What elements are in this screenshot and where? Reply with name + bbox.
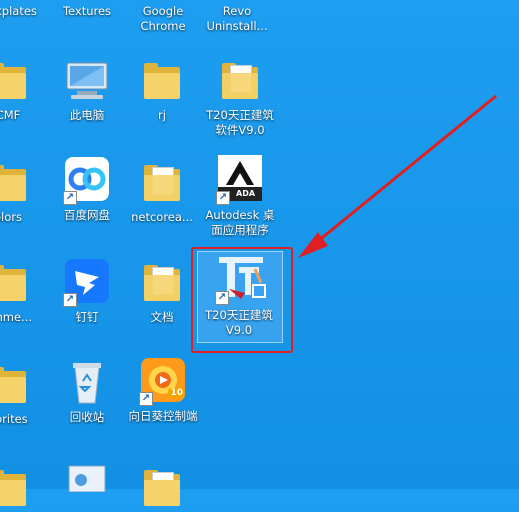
desktop-icon-partial-app[interactable] — [47, 462, 127, 512]
autodesk-app-icon: ADA ↗ — [216, 155, 264, 205]
highlight-annotation-box — [191, 247, 293, 353]
desktop-icon-baidu-netdisk[interactable]: ↗ 百度网盘 — [47, 155, 127, 223]
desktop-icon-recycle-bin[interactable]: 回收站 — [47, 357, 127, 425]
folder-icon — [144, 470, 180, 506]
desktop-icon-cmf[interactable]: CMF — [0, 55, 48, 123]
ada-badge: ADA — [236, 189, 256, 198]
sunflower-icon: 10 ↗ — [139, 356, 187, 406]
desktop-icon-partial-folder-2[interactable] — [122, 462, 202, 512]
desktop-icon-this-pc[interactable]: 此电脑 — [47, 55, 127, 123]
dingtalk-icon: ↗ — [63, 257, 111, 307]
shortcut-arrow-icon: ↗ — [216, 191, 230, 205]
window-app-icon — [63, 462, 111, 512]
shortcut-arrow-icon: ↗ — [139, 392, 153, 406]
desktop-icon-partial-folder[interactable] — [0, 462, 48, 512]
folder-icon — [222, 63, 258, 99]
desktop-icon-netcore[interactable]: netcorea... — [122, 157, 202, 225]
folder-icon — [0, 165, 26, 201]
desktop-icon-favorites[interactable]: vorites — [0, 359, 48, 427]
desktop-icon-dingtalk[interactable]: ↗ 钉钉 — [47, 257, 127, 325]
folder-icon — [0, 367, 26, 403]
recycle-bin-icon — [63, 357, 111, 407]
folder-icon — [0, 265, 26, 301]
desktop-icon-environments[interactable]: ronme... — [0, 257, 48, 325]
desktop-icon-t20-folder[interactable]: T20天正建筑 软件V9.0 — [200, 55, 280, 138]
computer-icon — [63, 55, 111, 105]
folder-icon — [144, 63, 180, 99]
folder-icon — [144, 265, 180, 301]
desktop-icon-sunflower[interactable]: 10 ↗ 向日葵控制端 — [123, 356, 203, 424]
version-badge: 10 — [168, 388, 185, 398]
folder-icon — [144, 165, 180, 201]
desktop-icon-documents[interactable]: 文档 — [122, 257, 202, 325]
desktop-icon-autodesk[interactable]: ADA ↗ Autodesk 桌 面应用程序 — [200, 155, 280, 238]
desktop-label-chrome[interactable]: Google Chrome — [123, 4, 203, 34]
folder-icon — [0, 470, 26, 506]
desktop-icon-rj[interactable]: rj — [122, 55, 202, 123]
desktop-icon-colors[interactable]: olors — [0, 157, 48, 225]
shortcut-arrow-icon: ↗ — [63, 191, 77, 205]
folder-icon — [0, 63, 26, 99]
baidu-netdisk-icon: ↗ — [63, 155, 111, 205]
shortcut-arrow-icon: ↗ — [63, 293, 77, 307]
desktop-label-textures[interactable]: Textures — [47, 4, 127, 19]
desktop-label-revo[interactable]: Revo Uninstall... — [197, 4, 277, 34]
